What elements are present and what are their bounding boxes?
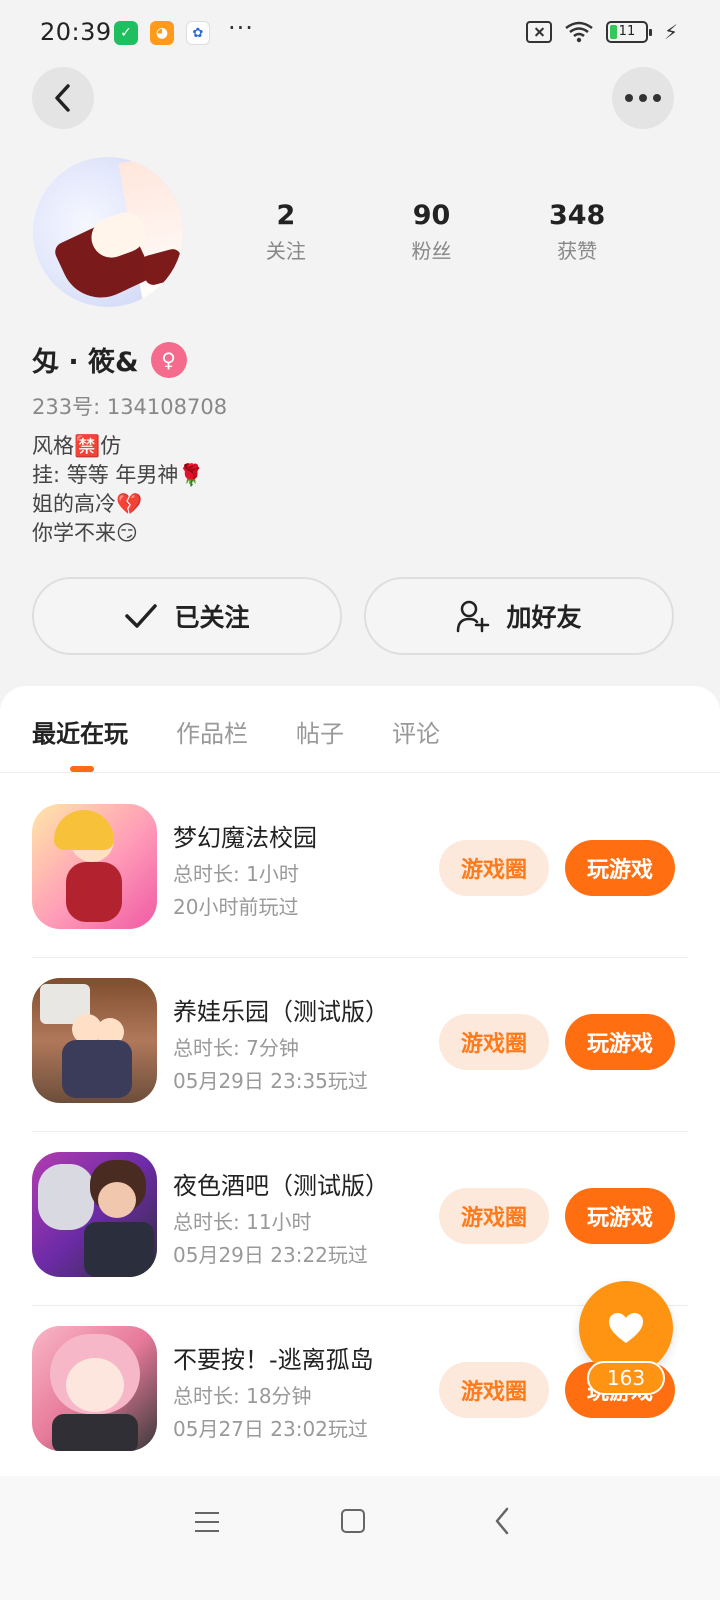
game-icon xyxy=(32,804,157,929)
stat-value: 90 xyxy=(412,200,451,231)
game-last-played: 05月27日 23:02玩过 xyxy=(173,1417,368,1441)
game-icon xyxy=(32,1326,157,1451)
game-last-played: 05月29日 23:35玩过 xyxy=(173,1069,368,1093)
status-bar: 20:39 ✓ ◕ ✿ ··· 11 ⚡ xyxy=(0,0,720,66)
battery-icon: 11 xyxy=(605,21,652,43)
game-circle-button[interactable]: 游戏圈 xyxy=(439,840,549,896)
cat-app-icon: ◕ xyxy=(150,21,174,45)
game-last-played: 05月29日 23:22玩过 xyxy=(173,1243,368,1267)
system-nav-bar xyxy=(0,1476,720,1600)
game-last-played: 20小时前玩过 xyxy=(173,895,299,919)
charging-bolt-icon: ⚡ xyxy=(663,20,678,44)
baidu-app-icon: ✿ xyxy=(186,21,210,45)
play-game-button[interactable]: 玩游戏 xyxy=(565,1014,675,1070)
game-title: 养娃乐园（测试版） xyxy=(173,998,389,1026)
game-duration: 总时长: 7分钟 xyxy=(173,1036,299,1060)
battery-level: 11 xyxy=(618,24,636,39)
bio-line: 你学不来😏 xyxy=(32,521,138,545)
game-duration: 总时长: 18分钟 xyxy=(173,1384,312,1408)
divider xyxy=(0,772,720,773)
stat-fans[interactable]: 90 粉丝 xyxy=(359,200,505,264)
stat-label: 粉丝 xyxy=(411,239,452,263)
female-gender-icon: ♀ xyxy=(150,341,187,378)
checkmark-icon xyxy=(125,604,158,628)
add-user-icon xyxy=(457,600,490,633)
nickname-row: 匁 · 筱& ♀ xyxy=(32,340,187,379)
bio: 风格🈲仿 挂: 等等 年男神🌹 姐的高冷💔 你学不来😏 xyxy=(32,432,205,548)
tab-works[interactable]: 作品栏 xyxy=(176,714,248,757)
game-title: 不要按！-逃离孤岛 xyxy=(173,1346,374,1374)
bio-line: 挂: 等等 年男神🌹 xyxy=(32,463,205,487)
stat-likes[interactable]: 348 获赞 xyxy=(504,200,650,264)
shield-app-icon: ✓ xyxy=(114,21,138,45)
stat-label: 获赞 xyxy=(557,239,598,263)
chevron-left-icon xyxy=(55,84,70,112)
stat-value: 2 xyxy=(276,200,296,231)
game-icon xyxy=(32,1152,157,1277)
more-horizontal-icon xyxy=(625,94,661,102)
game-circle-button[interactable]: 游戏圈 xyxy=(439,1014,549,1070)
bio-line: 姐的高冷💔 xyxy=(32,492,143,516)
game-list-item[interactable]: 夜色酒吧（测试版） 总时长: 11小时 05月29日 23:22玩过 游戏圈 玩… xyxy=(32,1132,688,1306)
tab-recently-played[interactable]: 最近在玩 xyxy=(32,714,128,757)
game-list-item[interactable]: 养娃乐园（测试版） 总时长: 7分钟 05月29日 23:35玩过 游戏圈 玩游… xyxy=(32,958,688,1132)
home-icon[interactable] xyxy=(341,1509,365,1533)
tab-comments[interactable]: 评论 xyxy=(392,714,440,757)
tab-posts[interactable]: 帖子 xyxy=(296,714,344,757)
stat-label: 关注 xyxy=(265,239,306,263)
recent-apps-icon[interactable] xyxy=(195,1512,219,1539)
play-game-button[interactable]: 玩游戏 xyxy=(565,840,675,896)
add-friend-button[interactable]: 加好友 xyxy=(364,577,674,655)
stat-value: 348 xyxy=(548,200,606,231)
back-button[interactable] xyxy=(32,67,94,129)
game-circle-button[interactable]: 游戏圈 xyxy=(439,1362,549,1418)
system-back-icon[interactable] xyxy=(493,1506,511,1536)
add-friend-button-label: 加好友 xyxy=(506,603,582,632)
game-title: 夜色酒吧（测试版） xyxy=(173,1172,389,1200)
profile-stats: 2 关注 90 粉丝 348 获赞 xyxy=(213,200,650,264)
no-sim-icon xyxy=(525,21,552,43)
status-time: 20:39 xyxy=(40,18,112,46)
play-game-button[interactable]: 玩游戏 xyxy=(565,1188,675,1244)
followed-button[interactable]: 已关注 xyxy=(32,577,342,655)
more-button[interactable] xyxy=(612,67,674,129)
game-icon xyxy=(32,978,157,1103)
wifi-icon xyxy=(565,21,593,43)
nickname: 匁 · 筱& xyxy=(32,347,139,378)
stat-following[interactable]: 2 关注 xyxy=(213,200,359,264)
user-id: 233号: 134108708 xyxy=(32,395,228,419)
like-count: 163 xyxy=(587,1361,665,1395)
game-title: 梦幻魔法校园 xyxy=(173,824,317,852)
tab-bar: 最近在玩 作品栏 帖子 评论 xyxy=(32,714,440,757)
followed-button-label: 已关注 xyxy=(174,603,250,632)
heart-icon xyxy=(609,1313,643,1343)
game-duration: 总时长: 1小时 xyxy=(173,862,299,886)
bio-line: 风格🈲仿 xyxy=(32,434,122,458)
game-duration: 总时长: 11小时 xyxy=(173,1210,312,1234)
game-list-item[interactable]: 梦幻魔法校园 总时长: 1小时 20小时前玩过 游戏圈 玩游戏 xyxy=(32,784,688,958)
more-notifications-icon: ··· xyxy=(228,14,254,42)
game-circle-button[interactable]: 游戏圈 xyxy=(439,1188,549,1244)
avatar[interactable] xyxy=(33,157,183,307)
